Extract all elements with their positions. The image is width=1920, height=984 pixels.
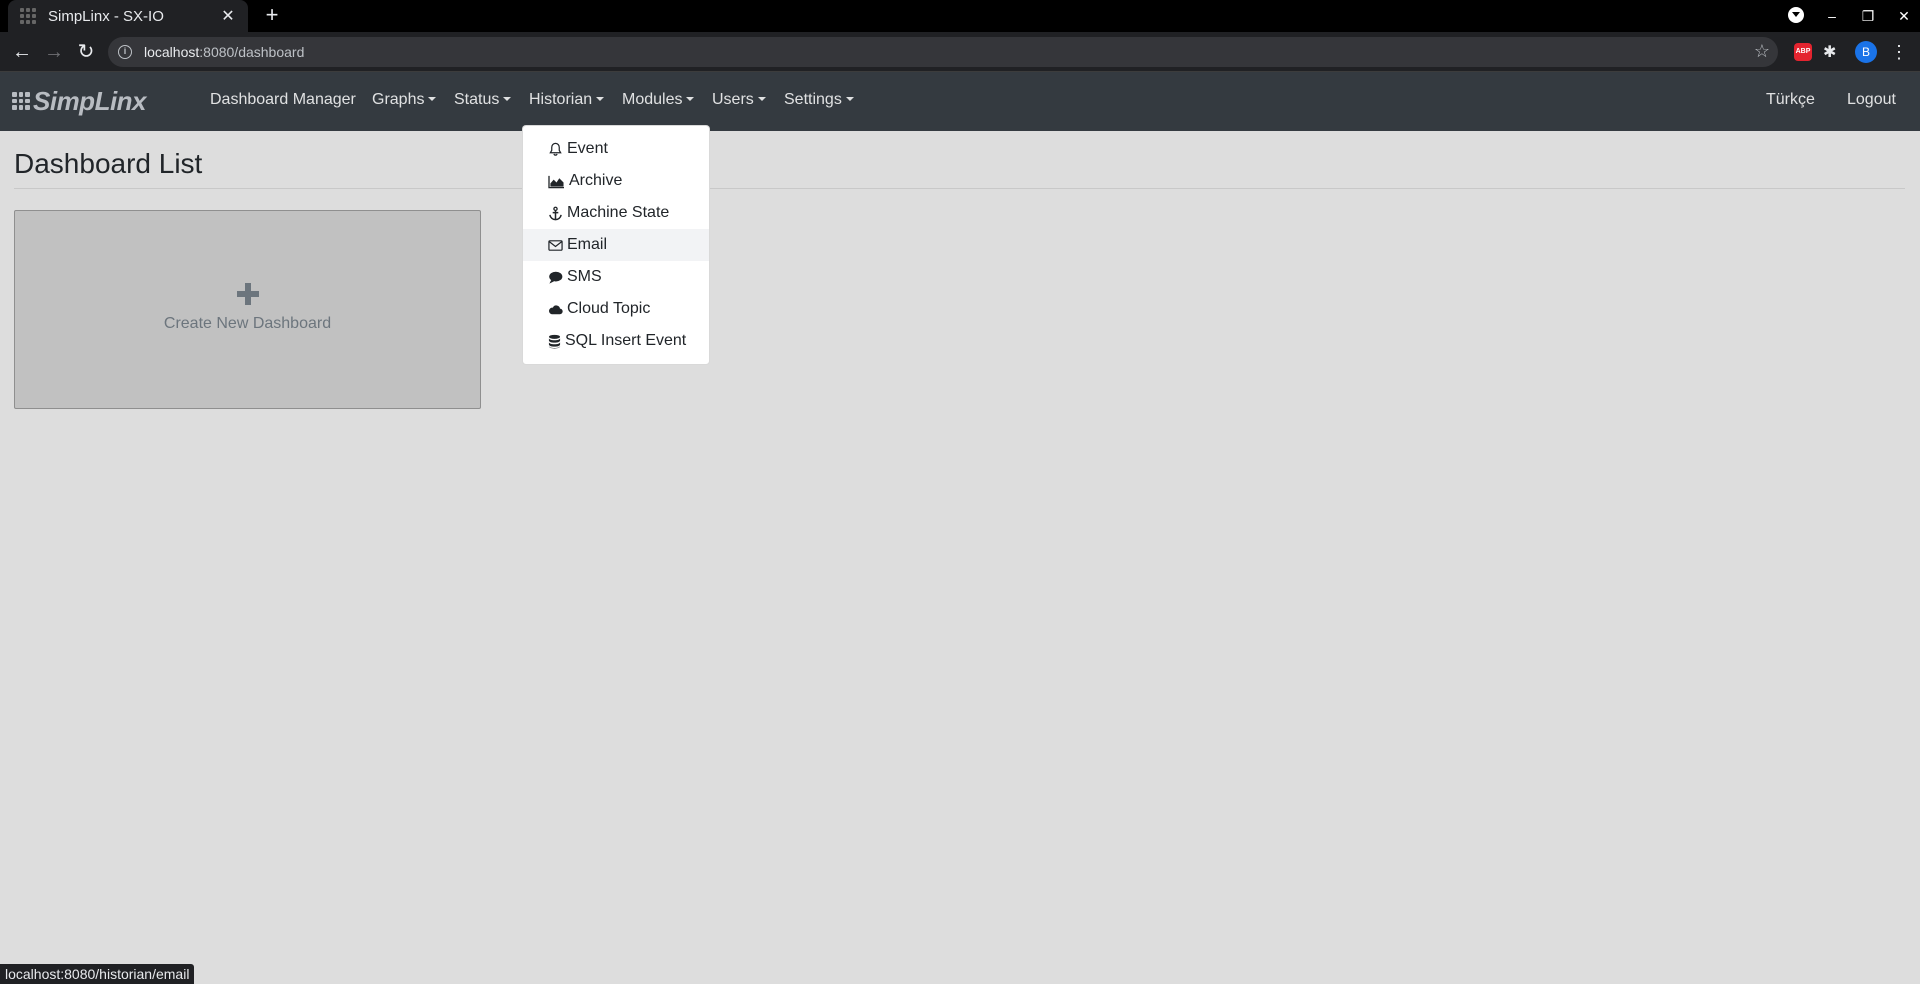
caret-down-icon [428,97,437,101]
browser-titlebar: SimpLinx - SX-IO ✕ + – ❐ ✕ [0,0,1920,32]
window-controls: – ❐ ✕ [1788,0,1912,32]
page-title: Dashboard List [14,148,203,179]
caret-down-icon [503,97,512,101]
site-info-icon[interactable]: i [118,45,132,59]
minimize-button[interactable]: – [1824,8,1840,24]
forward-arrow-icon[interactable]: → [42,40,66,64]
menu-item-sql-insert-event[interactable]: SQL Insert Event [523,325,709,357]
nav-settings[interactable]: Settings [784,91,854,113]
caret-down-icon [686,97,695,101]
reload-icon[interactable]: ↻ [74,40,98,64]
browser-menu-icon[interactable]: ⋮ [1890,42,1908,62]
nav-modules[interactable]: Modules [622,91,695,113]
caret-down-icon [845,97,854,101]
link-status-bar: localhost:8080/historian/email [0,964,195,984]
menu-item-cloud-topic[interactable]: Cloud Topic [523,293,709,325]
menu-item-archive[interactable]: Archive [523,165,709,197]
menu-item-sms[interactable]: SMS [523,261,709,293]
plus-icon [237,283,259,305]
envelope-icon [547,237,563,253]
area-chart-icon [547,173,565,189]
menu-item-event[interactable]: Event [523,133,709,165]
caret-down-icon [596,97,605,101]
nav-status[interactable]: Status [454,91,512,113]
browser-toolbar: ← → ↻ i localhost:8080/dashboard ☆ ABP ✱… [0,32,1920,72]
favicon-icon [20,8,36,24]
tab-close-icon[interactable]: ✕ [220,6,236,26]
extensions-puzzle-icon[interactable]: ✱ [1823,42,1843,62]
brand-logo[interactable]: SimpLinx [12,86,147,116]
logo-grid-icon [12,92,30,110]
bell-icon [547,141,563,157]
historian-dropdown-menu: Event Archive Machine State Email SMS Cl… [522,125,710,365]
nav-graphs[interactable]: Graphs [372,91,437,113]
nav-historian[interactable]: Historian [529,91,605,113]
cloud-icon [547,301,563,317]
address-bar[interactable]: i localhost:8080/dashboard ☆ [108,37,1778,67]
close-window-button[interactable]: ✕ [1896,8,1912,25]
menu-item-machine-state[interactable]: Machine State [523,197,709,229]
create-dashboard-label: Create New Dashboard [163,315,332,332]
create-dashboard-card[interactable]: Create New Dashboard [14,210,481,409]
back-arrow-icon[interactable]: ← [10,40,34,64]
brand-name: SimpLinx [33,85,147,116]
app-navbar: SimpLinx Dashboard Manager Graphs Status… [0,72,1920,131]
logout-link[interactable]: Logout [1847,91,1896,113]
browser-tab[interactable]: SimpLinx - SX-IO ✕ [8,0,248,32]
downloads-icon[interactable] [1788,6,1804,26]
language-switch[interactable]: Türkçe [1766,91,1815,113]
url-text[interactable]: localhost:8080/dashboard [144,44,304,60]
maximize-button[interactable]: ❐ [1860,8,1876,25]
database-icon [547,333,561,349]
title-divider [14,188,1905,189]
anchor-icon [547,205,563,221]
profile-avatar[interactable]: B [1855,41,1877,63]
tab-title: SimpLinx - SX-IO [48,7,164,25]
comment-icon [547,269,563,285]
menu-item-email[interactable]: Email [523,229,709,261]
nav-users[interactable]: Users [712,91,766,113]
adblock-extension-icon[interactable]: ABP [1794,43,1812,61]
nav-dashboard-manager[interactable]: Dashboard Manager [210,91,356,113]
caret-down-icon [757,97,766,101]
new-tab-button[interactable]: + [260,4,284,28]
bookmark-star-icon[interactable]: ☆ [1754,41,1770,62]
